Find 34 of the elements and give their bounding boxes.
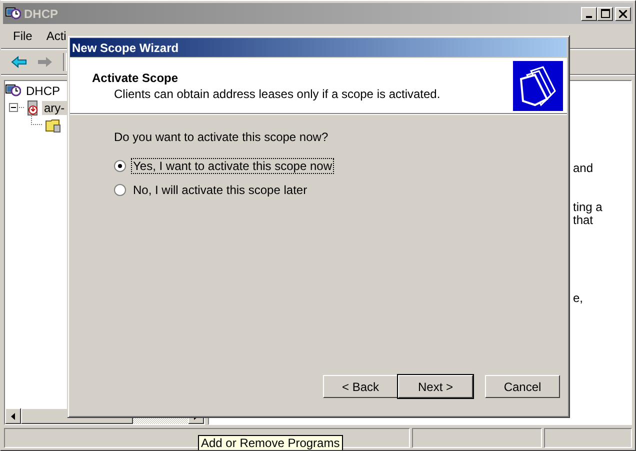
maximize-button[interactable] [597, 6, 613, 20]
left-arrow-icon [11, 412, 15, 420]
radio-label[interactable]: Yes, I want to activate this scope now [131, 158, 334, 174]
collapse-toggle[interactable] [9, 103, 18, 112]
tree-item[interactable]: ary- [42, 100, 67, 114]
tree-item[interactable]: DHCP [24, 84, 62, 98]
dialog-title: New Scope Wizard [72, 40, 179, 54]
page-heading: Activate Scope [92, 70, 180, 84]
cancel-button[interactable]: Cancel [485, 375, 560, 398]
description-text: and [573, 162, 594, 175]
folder-icon [45, 116, 61, 132]
maximize-icon [600, 9, 610, 18]
close-button[interactable] [615, 6, 631, 20]
minimize-button[interactable] [581, 6, 597, 20]
page-subtitle: Clients can obtain address leases only if a scope is activated. [113, 86, 442, 100]
tooltip: Add or Remove Programs [198, 435, 343, 450]
radio-button[interactable] [114, 160, 126, 172]
dhcp-computer-icon [5, 6, 21, 22]
window-title: DHCP [24, 6, 58, 20]
close-icon [619, 10, 627, 18]
menu-item[interactable]: Acti [46, 29, 66, 43]
back-button[interactable]: < Back [323, 375, 398, 398]
description-text: e, [573, 292, 584, 305]
minimize-icon [586, 16, 592, 18]
folders-icon [513, 60, 563, 110]
radio-button[interactable] [114, 184, 126, 196]
menu-item[interactable]: File [13, 29, 32, 43]
radio-label[interactable]: No, I will activate this scope later [131, 182, 310, 198]
back-arrow-icon[interactable] [11, 56, 27, 68]
description-text: ting a [573, 201, 604, 214]
question-text: Do you want to activate this scope now? [114, 130, 330, 144]
next-button[interactable]: Next > [398, 375, 473, 398]
description-text: that [573, 214, 594, 227]
scroll-left-button[interactable] [5, 408, 21, 424]
